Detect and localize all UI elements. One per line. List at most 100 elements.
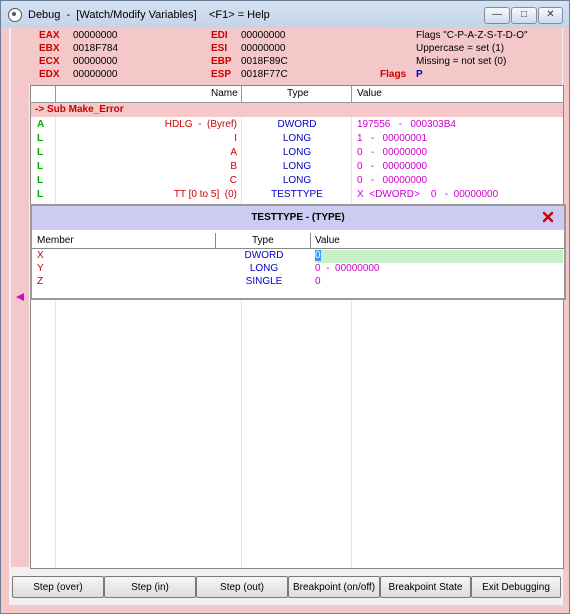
variable-row[interactable]: A HDLG - (Byref) DWORD 197556 - 000303B4 — [31, 118, 563, 132]
register-esp-value: 0018F77C — [241, 69, 288, 80]
sub-header-row[interactable]: -> Sub Make_Error — [31, 103, 563, 117]
popup-member: Z — [37, 276, 44, 287]
popup-member: Y — [37, 263, 44, 274]
popup-header-member[interactable]: Member — [37, 235, 74, 246]
variable-value: X <DWORD> 0 - 00000000 — [357, 189, 499, 200]
variable-row[interactable]: L I LONG 1 - 00000001 — [31, 132, 563, 146]
flags-legend: Flags "C-P-A-Z-S-T-D-O" — [416, 30, 528, 41]
popup-value: 0 - 00000000 — [315, 263, 380, 274]
flags-value: P — [416, 69, 423, 80]
variable-value: 0 - 00000000 — [357, 161, 428, 172]
grid-header-divider — [241, 86, 242, 102]
flags-missing-note: Missing = not set (0) — [416, 56, 507, 67]
register-edx-value: 00000000 — [73, 69, 118, 80]
variable-row[interactable]: L TT [0 to 5] (0) TESTTYPE X <DWORD> 0 -… — [31, 188, 563, 202]
variable-value: 1 - 00000001 — [357, 133, 428, 144]
breakpoint-toggle-button[interactable]: Breakpoint (on/off) — [288, 576, 380, 598]
variable-value: 0 - 00000000 — [357, 147, 428, 158]
register-ebx-value: 0018F784 — [73, 43, 119, 54]
register-ecx-value: 00000000 — [73, 56, 118, 67]
variable-type: LONG — [282, 147, 312, 158]
variable-name: C — [229, 175, 237, 186]
variable-name: I — [234, 133, 237, 144]
grid-header-name[interactable]: Name — [211, 88, 238, 99]
selected-value-cell[interactable] — [315, 250, 563, 263]
variable-type: DWORD — [277, 119, 317, 130]
popup-value-editing[interactable]: 0 — [315, 250, 321, 261]
popup-header[interactable]: TESTTYPE - (TYPE) — [32, 206, 564, 230]
grid-header-type[interactable]: Type — [287, 88, 309, 99]
register-eax-name: EAX — [39, 30, 60, 41]
exit-debugging-button[interactable]: Exit Debugging — [471, 576, 561, 598]
register-edx-name: EDX — [39, 69, 60, 80]
debug-window: Debug - [Watch/Modify Variables] <F1> = … — [0, 0, 570, 614]
popup-header-divider — [310, 233, 311, 248]
popup-header-value[interactable]: Value — [315, 235, 340, 246]
breakpoint-gutter[interactable] — [11, 28, 29, 567]
register-ebx-name: EBX — [39, 43, 60, 54]
grid-header-value[interactable]: Value — [357, 88, 382, 99]
breakpoint-state-button[interactable]: Breakpoint State — [380, 576, 471, 598]
variable-row[interactable]: L B LONG 0 - 00000000 — [31, 160, 563, 174]
variable-kind: A — [37, 119, 45, 130]
debug-button-bar: Step (over) Step (in) Step (out) Breakpo… — [9, 576, 563, 600]
register-esi-value: 00000000 — [241, 43, 286, 54]
popup-title: TESTTYPE - (TYPE) — [251, 212, 345, 223]
type-popup[interactable]: TESTTYPE - (TYPE) Member Type Value X DW… — [30, 204, 566, 300]
variable-row[interactable]: L A LONG 0 - 00000000 — [31, 146, 563, 160]
minimize-button[interactable]: — — [484, 7, 510, 24]
step-out-button[interactable]: Step (out) — [196, 576, 288, 598]
register-eax-value: 00000000 — [73, 30, 118, 41]
maximize-button[interactable]: □ — [511, 7, 537, 24]
grid-header-divider — [351, 86, 352, 102]
variable-type: LONG — [282, 175, 312, 186]
close-button[interactable]: ✕ — [538, 7, 563, 24]
register-edi-value: 00000000 — [241, 30, 286, 41]
step-over-button[interactable]: Step (over) — [12, 576, 104, 598]
variables-grid[interactable]: Name Type Value -> Sub Make_Error A HDLG… — [30, 85, 564, 569]
register-ebp-name: EBP — [211, 56, 232, 67]
popup-header-divider — [215, 233, 216, 248]
variable-type: LONG — [282, 161, 312, 172]
flags-uppercase-note: Uppercase = set (1) — [416, 43, 505, 54]
popup-type: LONG — [249, 263, 279, 274]
variable-kind: L — [37, 175, 44, 186]
variable-name: TT [0 to 5] (0) — [173, 189, 237, 200]
flags-label: Flags — [380, 69, 407, 80]
title-bar[interactable]: Debug - [Watch/Modify Variables] <F1> = … — [1, 1, 569, 28]
debug-content: EAX 00000000 EBX 0018F784 ECX 00000000 E… — [9, 28, 566, 605]
popup-close-icon[interactable] — [542, 211, 554, 223]
grid-header: Name Type Value — [31, 86, 563, 103]
register-esp-name: ESP — [211, 69, 232, 80]
variable-kind: L — [37, 161, 44, 172]
variable-kind: L — [37, 147, 44, 158]
variable-name: A — [230, 147, 237, 158]
register-panel: EAX 00000000 EBX 0018F784 ECX 00000000 E… — [29, 28, 562, 85]
variable-type: TESTTYPE — [271, 189, 323, 200]
grid-header-divider — [55, 86, 56, 102]
sub-header-text: -> Sub Make_Error — [35, 104, 124, 115]
popup-value: 0 — [315, 276, 321, 287]
variable-name: HDLG - (Byref) — [164, 119, 237, 130]
popup-member: X — [37, 250, 44, 261]
popup-row[interactable]: Y LONG 0 - 00000000 — [32, 263, 564, 276]
popup-header-type[interactable]: Type — [252, 235, 274, 246]
variable-value: 197556 - 000303B4 — [357, 119, 456, 130]
register-esi-name: ESI — [211, 43, 228, 54]
popup-type: DWORD — [244, 250, 284, 261]
register-edi-name: EDI — [211, 30, 228, 41]
popup-row[interactable]: X DWORD 0 — [32, 250, 564, 263]
register-ecx-name: ECX — [39, 56, 60, 67]
debug-app-icon — [8, 8, 22, 22]
popup-row[interactable]: Z SINGLE 0 — [32, 276, 564, 289]
register-ebp-value: 0018F89C — [241, 56, 288, 67]
variable-kind: L — [37, 189, 44, 200]
variable-kind: L — [37, 133, 44, 144]
variable-name: B — [230, 161, 237, 172]
step-in-button[interactable]: Step (in) — [104, 576, 196, 598]
variable-type: LONG — [282, 133, 312, 144]
current-line-marker-icon — [16, 293, 24, 301]
variable-value: 0 - 00000000 — [357, 175, 428, 186]
popup-column-header: Member Type Value — [32, 233, 564, 249]
variable-row[interactable]: L C LONG 0 - 00000000 — [31, 174, 563, 188]
